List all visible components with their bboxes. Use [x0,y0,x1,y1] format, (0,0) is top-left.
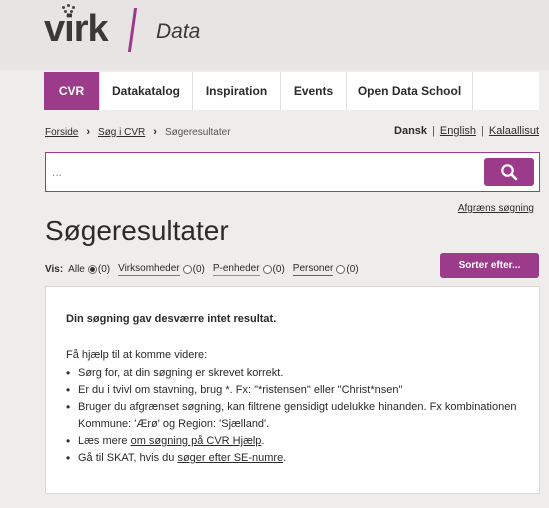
breadcrumb-home[interactable]: Forside [45,127,78,138]
lang-english[interactable]: English [440,125,476,137]
chevron-right-icon: › [153,126,157,138]
list-item: Bruger du afgrænset søgning, kan filtren… [66,399,536,433]
breadcrumb-current: Søgeresultater [164,126,231,138]
nav-item-datakatalog[interactable]: Datakatalog [100,72,193,110]
results-panel: Din søgning gav desværre intet resultat.… [45,286,540,494]
search-box [45,152,540,192]
lang-separator: | [432,125,435,137]
tip-text: . [283,452,287,464]
list-item: Sørg for, at din søgning er skrevet korr… [66,365,536,382]
lang-separator: | [481,125,484,137]
filter-label: Vis: [45,264,64,275]
breadcrumb: Forside › Søg i CVR › Søgeresultater [45,126,231,138]
cvr-help-link[interactable]: om søgning på CVR Hjælp [131,435,262,447]
tip-text: Læs mere [78,435,131,447]
filter-count: (0) [272,264,285,275]
language-selector: Dansk | English | Kalaallisut [394,125,539,137]
result-filters: Vis: Alle (0) Virksomheder (0) P-enheder… [45,263,367,276]
list-item: Gå til SKAT, hvis du søger efter SE-numr… [66,450,536,467]
radio-icon[interactable] [262,265,272,274]
search-icon [501,164,518,181]
virk-logo[interactable]: virk [44,4,124,50]
chevron-right-icon: › [86,126,91,138]
nav-item-open-data-school[interactable]: Open Data School [347,72,473,110]
nav-item-events[interactable]: Events [281,72,347,110]
lang-kalaallisut[interactable]: Kalaallisut [489,125,539,137]
help-tips-list: Sørg for, at din søgning er skrevet korr… [66,365,536,467]
filter-virksomheder-label: Virksomheder [118,263,180,276]
site-name: Data [156,20,201,43]
list-item: Er du i tvivl om stavning, brug *. Fx: "… [66,382,536,399]
filter-count: (0) [97,264,111,275]
sort-button[interactable]: Sorter efter... [440,253,539,278]
filter-count: (0) [346,264,359,275]
radio-icon[interactable] [336,265,346,274]
nav-item-empty [473,72,539,110]
filter-alle[interactable]: Alle (0) [68,264,110,276]
search-input[interactable] [52,159,472,185]
tip-text: Gå til SKAT, hvis du [78,452,178,464]
se-numbers-link[interactable]: søger efter SE-numre [177,452,283,464]
no-result-message: Din søgning gav desværre intet resultat. [66,313,277,325]
site-header: virk Data [0,0,549,70]
filter-p-enheder-label: P-enheder [212,263,260,276]
radio-icon[interactable] [182,265,192,274]
refine-search-link[interactable]: Afgræns søgning [458,203,534,214]
nav-item-inspiration[interactable]: Inspiration [193,72,281,110]
filter-p-enheder[interactable]: P-enheder (0) [212,263,285,276]
main-nav: CVR Datakatalog Inspiration Events Open … [44,72,539,110]
filter-count: (0) [192,264,205,275]
filter-virksomheder[interactable]: Virksomheder (0) [118,263,205,276]
help-intro: Få hjælp til at komme videre: [66,349,208,361]
filter-alle-label: Alle [68,263,85,275]
search-button[interactable] [484,158,534,186]
tip-text: . [261,435,265,447]
page-title: Søgeresultater [45,215,229,246]
radio-icon[interactable] [87,265,97,274]
filter-personer[interactable]: Personer (0) [292,263,359,276]
lang-dansk[interactable]: Dansk [394,125,427,137]
nav-item-cvr[interactable]: CVR [44,72,100,110]
list-item: Læs mere om søgning på CVR Hjælp. [66,433,536,450]
logo-text: virk [44,8,109,50]
breadcrumb-search[interactable]: Søg i CVR [98,127,145,138]
header-divider [127,8,138,52]
filter-personer-label: Personer [292,263,334,276]
